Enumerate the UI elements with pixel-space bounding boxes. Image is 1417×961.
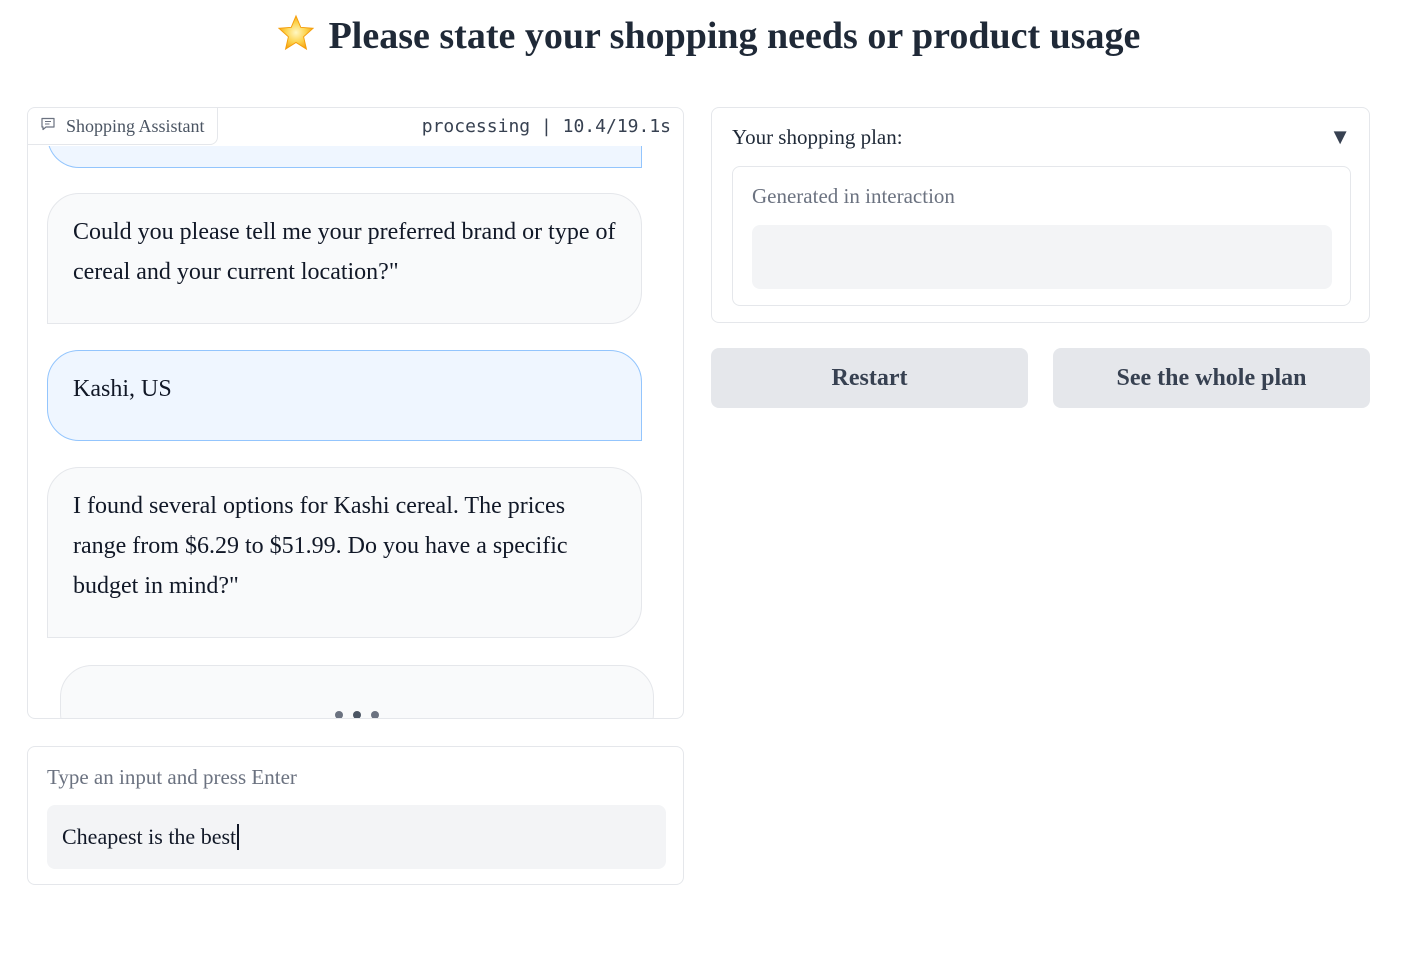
chat-message-list[interactable]: Could you please tell me your preferred … (28, 146, 683, 718)
dot (371, 711, 379, 718)
page-title-text: Please state your shopping needs or prod… (328, 15, 1141, 57)
chatbot-label-text: Shopping Assistant (66, 115, 205, 136)
processing-status: processing | 10.4/19.1s (421, 116, 671, 137)
assistant-message: I found several options for Kashi cereal… (47, 467, 642, 638)
page-title: Please state your shopping needs or prod… (0, 14, 1417, 62)
typing-indicator (60, 665, 654, 718)
chatbot-panel: Shopping Assistant processing | 10.4/19.… (27, 107, 684, 719)
see-whole-plan-button[interactable]: See the whole plan (1053, 348, 1370, 408)
input-label: Type an input and press Enter (47, 765, 297, 789)
message-input-value: Cheapest is the best (62, 824, 237, 849)
message-input-panel: Type an input and press Enter Cheapest i… (27, 746, 684, 885)
star-icon (277, 14, 315, 62)
dot (353, 711, 361, 718)
restart-button[interactable]: Restart (711, 348, 1028, 408)
assistant-message: Could you please tell me your preferred … (47, 193, 642, 324)
dot (335, 711, 343, 718)
generated-plan-label: Generated in interaction (752, 184, 955, 208)
loading-dots-icon (61, 706, 653, 718)
generated-plan-box: Generated in interaction (732, 166, 1351, 306)
user-message (47, 146, 642, 168)
chat-bubble-icon (40, 116, 56, 137)
collapse-toggle-icon[interactable]: ▼ (1329, 124, 1351, 150)
generated-plan-textarea[interactable] (752, 225, 1332, 289)
chatbot-label: Shopping Assistant (28, 108, 218, 145)
shopping-plan-panel: Your shopping plan: ▼ Generated in inter… (711, 107, 1370, 323)
shopping-plan-title: Your shopping plan: (732, 125, 903, 149)
message-input[interactable]: Cheapest is the best (47, 805, 666, 869)
text-caret (237, 824, 239, 850)
user-message: Kashi, US (47, 350, 642, 441)
